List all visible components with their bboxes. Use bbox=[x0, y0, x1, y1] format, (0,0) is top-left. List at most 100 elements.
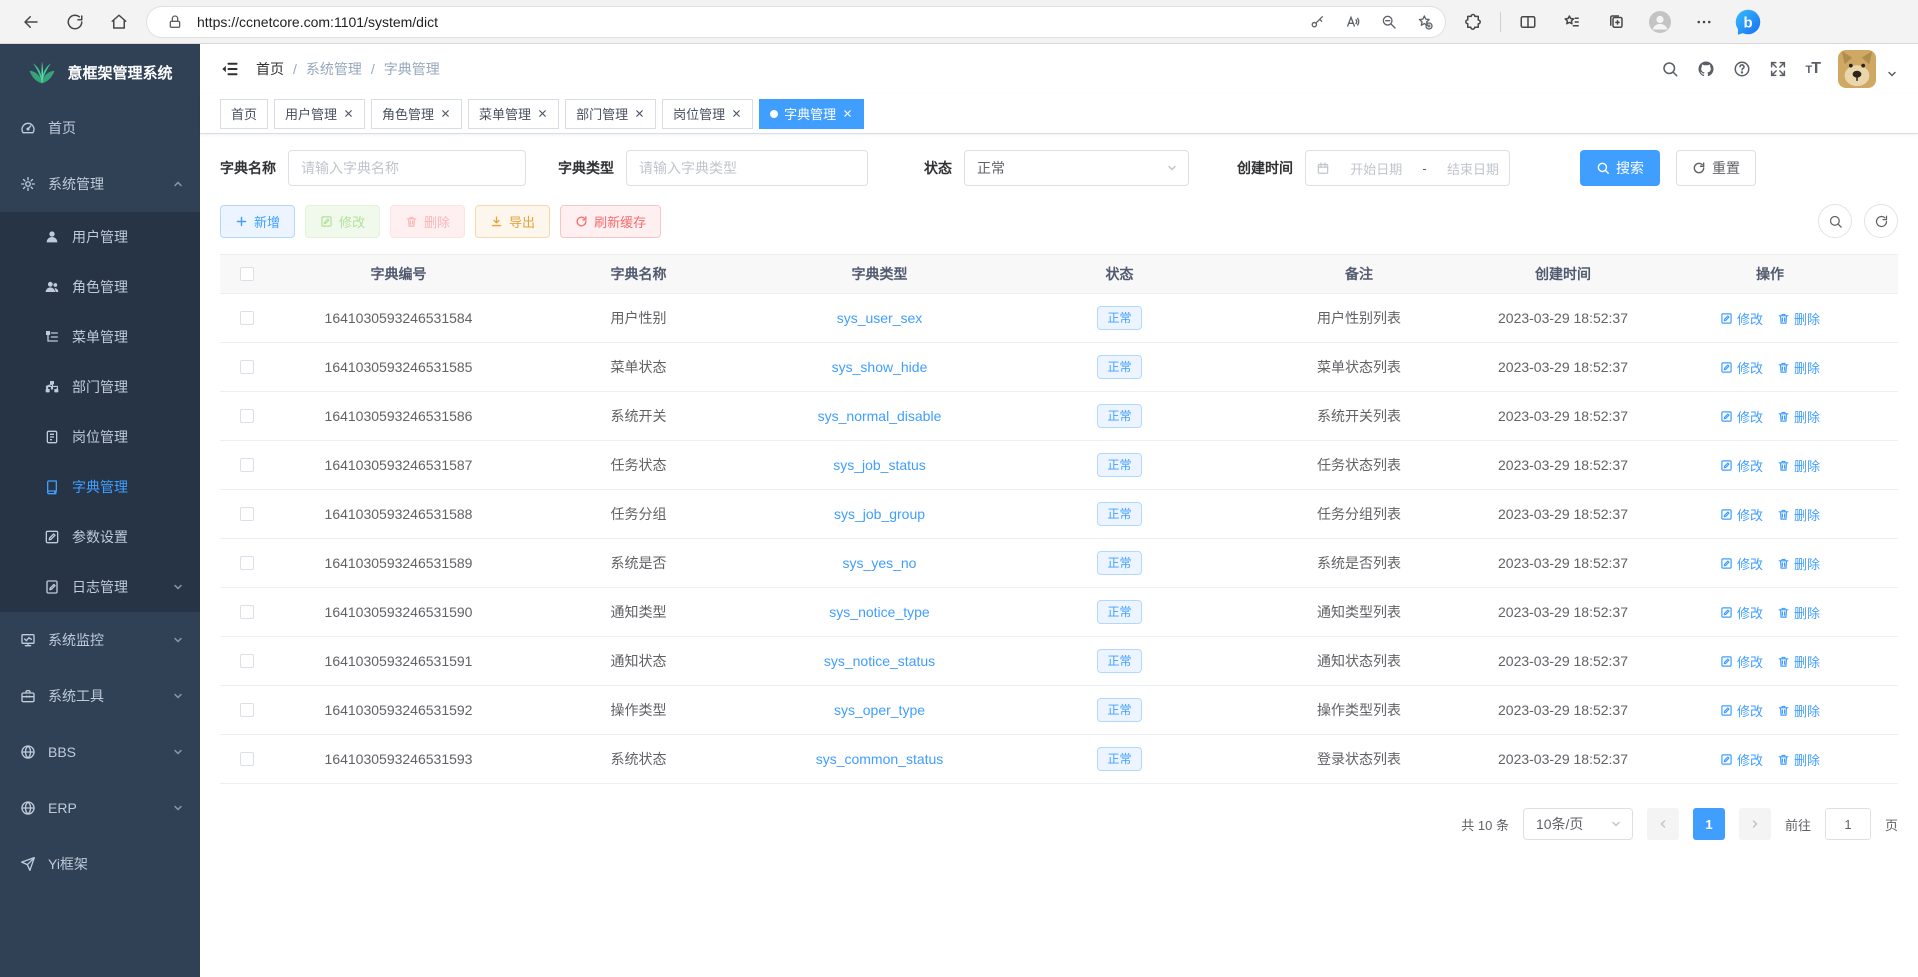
row-edit-button[interactable]: 修改 bbox=[1720, 652, 1763, 671]
row-checkbox[interactable] bbox=[240, 703, 254, 717]
fullscreen-icon[interactable] bbox=[1769, 60, 1787, 78]
sidebar-item-dict-mgmt[interactable]: 字典管理 bbox=[0, 462, 200, 512]
close-icon[interactable] bbox=[440, 108, 451, 119]
breadcrumb-home[interactable]: 首页 bbox=[256, 59, 284, 79]
read-aloud-icon[interactable] bbox=[1339, 8, 1367, 36]
sidebar-item-role-mgmt[interactable]: 角色管理 bbox=[0, 262, 200, 312]
dict-type-link[interactable]: sys_show_hide bbox=[832, 359, 928, 375]
browser-menu-icon[interactable] bbox=[1687, 5, 1721, 39]
favorite-add-icon[interactable] bbox=[1411, 8, 1439, 36]
row-edit-button[interactable]: 修改 bbox=[1720, 750, 1763, 769]
row-edit-button[interactable]: 修改 bbox=[1720, 603, 1763, 622]
sidebar-item-post-mgmt[interactable]: 岗位管理 bbox=[0, 412, 200, 462]
extensions-icon[interactable] bbox=[1456, 5, 1490, 39]
prev-page-button[interactable] bbox=[1647, 808, 1679, 840]
dict-type-input[interactable] bbox=[626, 150, 868, 186]
row-checkbox[interactable] bbox=[240, 360, 254, 374]
header-search-icon[interactable] bbox=[1661, 60, 1679, 78]
row-delete-button[interactable]: 删除 bbox=[1777, 554, 1820, 573]
dict-type-link[interactable]: sys_notice_type bbox=[829, 604, 929, 620]
tab-role-mgmt[interactable]: 角色管理 bbox=[371, 99, 462, 129]
github-icon[interactable] bbox=[1697, 60, 1715, 78]
sidebar-item-yi-framework[interactable]: Yi框架 bbox=[0, 836, 200, 892]
dict-type-link[interactable]: sys_notice_status bbox=[824, 653, 935, 669]
favorites-icon[interactable] bbox=[1555, 5, 1589, 39]
tab-home[interactable]: 首页 bbox=[220, 99, 268, 129]
browser-back-button[interactable] bbox=[14, 5, 48, 39]
row-delete-button[interactable]: 删除 bbox=[1777, 505, 1820, 524]
search-button[interactable]: 搜索 bbox=[1580, 150, 1660, 186]
user-avatar[interactable] bbox=[1838, 50, 1876, 88]
refresh-cache-button[interactable]: 刷新缓存 bbox=[560, 205, 661, 238]
password-key-icon[interactable] bbox=[1303, 8, 1331, 36]
sidebar-item-dept-mgmt[interactable]: 部门管理 bbox=[0, 362, 200, 412]
dict-name-input[interactable] bbox=[288, 150, 526, 186]
tab-dept-mgmt[interactable]: 部门管理 bbox=[565, 99, 656, 129]
row-edit-button[interactable]: 修改 bbox=[1720, 456, 1763, 475]
dict-type-link[interactable]: sys_job_group bbox=[834, 506, 925, 522]
dict-type-link[interactable]: sys_job_status bbox=[833, 457, 926, 473]
help-icon[interactable] bbox=[1733, 60, 1751, 78]
sidebar-item-system-tools[interactable]: 系统工具 bbox=[0, 668, 200, 724]
tab-user-mgmt[interactable]: 用户管理 bbox=[274, 99, 365, 129]
row-delete-button[interactable]: 删除 bbox=[1777, 407, 1820, 426]
close-icon[interactable] bbox=[537, 108, 548, 119]
close-icon[interactable] bbox=[634, 108, 645, 119]
font-size-icon[interactable]: TT bbox=[1805, 60, 1820, 78]
row-edit-button[interactable]: 修改 bbox=[1720, 505, 1763, 524]
sidebar-item-log-mgmt[interactable]: 日志管理 bbox=[0, 562, 200, 612]
status-select[interactable]: 正常 bbox=[964, 150, 1189, 186]
sidebar-item-home[interactable]: 首页 bbox=[0, 100, 200, 156]
row-checkbox[interactable] bbox=[240, 507, 254, 521]
avatar-dropdown-icon[interactable] bbox=[1886, 68, 1898, 80]
sidebar-item-bbs[interactable]: BBS bbox=[0, 724, 200, 780]
dict-type-link[interactable]: sys_oper_type bbox=[834, 702, 925, 718]
dict-type-link[interactable]: sys_yes_no bbox=[843, 555, 917, 571]
split-screen-icon[interactable] bbox=[1511, 5, 1545, 39]
row-delete-button[interactable]: 删除 bbox=[1777, 456, 1820, 475]
address-bar[interactable]: https://ccnetcore.com:1101/system/dict bbox=[146, 6, 1446, 38]
next-page-button[interactable] bbox=[1739, 808, 1771, 840]
row-edit-button[interactable]: 修改 bbox=[1720, 309, 1763, 328]
sidebar-toggle-icon[interactable] bbox=[220, 59, 240, 79]
row-delete-button[interactable]: 删除 bbox=[1777, 750, 1820, 769]
row-checkbox[interactable] bbox=[240, 605, 254, 619]
sidebar-item-system-mgmt[interactable]: 系统管理 bbox=[0, 156, 200, 212]
tab-dict-mgmt[interactable]: 字典管理 bbox=[759, 99, 864, 129]
page-size-select[interactable]: 10条/页 bbox=[1523, 808, 1633, 840]
sidebar-item-menu-mgmt[interactable]: 菜单管理 bbox=[0, 312, 200, 362]
date-range-picker[interactable]: 开始日期 - 结束日期 bbox=[1305, 150, 1510, 186]
add-button[interactable]: 新增 bbox=[220, 205, 295, 238]
dict-type-link[interactable]: sys_common_status bbox=[816, 751, 944, 767]
reset-button[interactable]: 重置 bbox=[1676, 150, 1756, 186]
dict-type-link[interactable]: sys_normal_disable bbox=[818, 408, 942, 424]
sidebar-item-param-settings[interactable]: 参数设置 bbox=[0, 512, 200, 562]
row-delete-button[interactable]: 删除 bbox=[1777, 701, 1820, 720]
row-checkbox[interactable] bbox=[240, 409, 254, 423]
row-delete-button[interactable]: 删除 bbox=[1777, 652, 1820, 671]
row-edit-button[interactable]: 修改 bbox=[1720, 554, 1763, 573]
sidebar-item-system-monitor[interactable]: 系统监控 bbox=[0, 612, 200, 668]
sidebar-item-erp[interactable]: ERP bbox=[0, 780, 200, 836]
close-icon[interactable] bbox=[731, 108, 742, 119]
row-checkbox[interactable] bbox=[240, 458, 254, 472]
row-edit-button[interactable]: 修改 bbox=[1720, 407, 1763, 426]
delete-button[interactable]: 删除 bbox=[390, 205, 465, 238]
refresh-table-button[interactable] bbox=[1864, 204, 1898, 238]
row-edit-button[interactable]: 修改 bbox=[1720, 701, 1763, 720]
edit-button[interactable]: 修改 bbox=[305, 205, 380, 238]
row-delete-button[interactable]: 删除 bbox=[1777, 603, 1820, 622]
row-checkbox[interactable] bbox=[240, 556, 254, 570]
close-icon[interactable] bbox=[842, 108, 853, 119]
tab-post-mgmt[interactable]: 岗位管理 bbox=[662, 99, 753, 129]
row-delete-button[interactable]: 删除 bbox=[1777, 358, 1820, 377]
breadcrumb-system-mgmt[interactable]: 系统管理 bbox=[306, 59, 362, 79]
bing-chat-icon[interactable]: b bbox=[1731, 5, 1765, 39]
row-checkbox[interactable] bbox=[240, 752, 254, 766]
show-search-button[interactable] bbox=[1818, 204, 1852, 238]
browser-profile-avatar[interactable] bbox=[1643, 5, 1677, 39]
dict-type-link[interactable]: sys_user_sex bbox=[837, 310, 923, 326]
zoom-out-icon[interactable] bbox=[1375, 8, 1403, 36]
export-button[interactable]: 导出 bbox=[475, 205, 550, 238]
row-checkbox[interactable] bbox=[240, 654, 254, 668]
